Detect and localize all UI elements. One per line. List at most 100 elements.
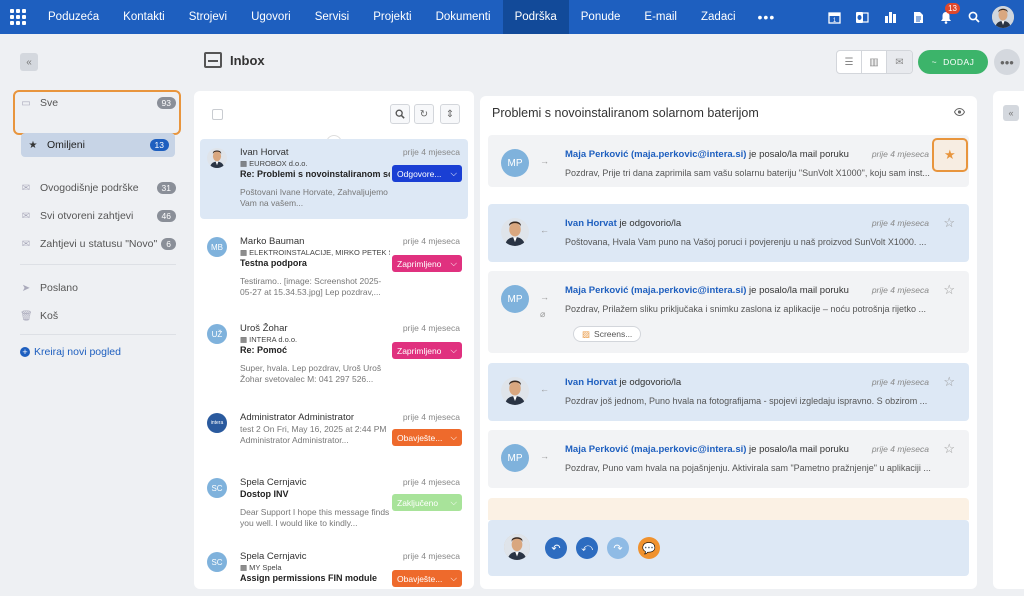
status-tag-dropdown[interactable]: Zaprimljeno ⌵: [392, 255, 462, 272]
refresh-icon[interactable]: ↻: [414, 104, 434, 124]
post-preview-text: Pozdrav, Puno vam hvala na pojašnjenju. …: [565, 463, 931, 473]
inbox-view-icon[interactable]: ✉: [887, 51, 912, 73]
post-author-name[interactable]: Ivan Horvat: [565, 218, 617, 229]
calendar-icon[interactable]: 1: [820, 0, 848, 34]
columns-view-icon[interactable]: ▥: [862, 51, 887, 73]
sidebar-item-sve[interactable]: ▭ Sve 93: [20, 91, 176, 115]
expand-panel-icon[interactable]: «: [1003, 105, 1019, 121]
message-preview: Super, hvala. Lep pozdrav, Uroš Uroš Žoh…: [240, 363, 382, 384]
sender-company: ▦ MY Spela: [240, 563, 390, 573]
status-tag-dropdown[interactable]: Odgovore... ⌵: [392, 165, 462, 182]
nav-item-podrska[interactable]: Podrška: [502, 0, 569, 34]
chevron-down-icon: ⌵: [450, 497, 457, 507]
nav-item-email[interactable]: E-mail: [632, 0, 689, 34]
search-icon[interactable]: [960, 0, 988, 34]
nav-item-projekti[interactable]: Projekti: [361, 0, 423, 34]
message-list-item[interactable]: Ivan Horvat prije 4 mjeseca ▦ EUROBOX d.o.…: [200, 139, 468, 219]
reply-icon[interactable]: ↶: [545, 537, 567, 559]
star-outline-icon[interactable]: ☆: [943, 374, 955, 390]
status-tag-label: Obavješte...: [397, 573, 443, 584]
star-outline-icon[interactable]: ☆: [943, 441, 955, 457]
main-nav: Poduzeća Kontakti Strojevi Ugovori Servi…: [36, 0, 785, 34]
sidebar-item-ovogodisnje[interactable]: ✉ Ovogodišnje podrške 31: [20, 176, 176, 200]
post-action-text: je odgovorio/la: [616, 218, 682, 229]
nav-item-kontakti[interactable]: Kontakti: [111, 0, 177, 34]
forward-icon[interactable]: ↷: [607, 537, 629, 559]
post-preview-text: Pozdrav, Prilažem sliku priključaka i sn…: [565, 304, 926, 314]
conversation-post[interactable]: ← Ivan Horvat je odgovorio/la prije 4 mjes…: [488, 363, 969, 421]
inbox-icon: ▭: [21, 97, 31, 109]
message-list-item[interactable]: UŽ Uroš Žohar prije 4 mjeseca ▦ INTERA d.o.…: [200, 315, 468, 395]
nav-item-dokumenti[interactable]: Dokumenti: [424, 0, 503, 34]
status-tag-label: Zaprimljeno: [397, 258, 442, 269]
sidebar-item-status-novo[interactable]: ✉ Zahtjevi u statusu "Novo" 6: [20, 232, 176, 256]
envelope-icon: ✉: [21, 182, 31, 194]
conversation-post[interactable]: MP → Maja Perković (maja.perkovic@intera.s…: [488, 430, 969, 488]
sender-company: ▦ ELEKTROINSTALACIJE, MIRKO PETEK S...: [240, 248, 390, 258]
status-tag-label: Obavješte...: [397, 432, 443, 443]
comment-icon[interactable]: 💬: [638, 537, 660, 559]
status-tag-dropdown[interactable]: Zaprimljeno ⌵: [392, 342, 462, 359]
nav-item-ponude[interactable]: Ponude: [569, 0, 633, 34]
message-time: prije 4 mjeseca: [402, 147, 460, 157]
attachment-name: Screens...: [594, 329, 633, 339]
outlook-icon[interactable]: [848, 0, 876, 34]
status-tag-dropdown[interactable]: Zaključeno ⌵: [392, 494, 462, 511]
status-tag-label: Zaprimljeno: [397, 345, 442, 356]
create-view-label: Kreiraj novi pogled: [34, 346, 121, 358]
post-author-name[interactable]: Ivan Horvat: [565, 377, 617, 388]
count-badge: 31: [156, 182, 176, 194]
conversation-post[interactable]: MP → Maja Perković (maja.perkovic@intera.s…: [488, 135, 969, 187]
star-outline-icon[interactable]: ☆: [943, 282, 955, 298]
conversation-post[interactable]: MP → ⌀ Maja Perković (maja.perkovic@intera.…: [488, 271, 969, 353]
nav-item-strojevi[interactable]: Strojevi: [177, 0, 239, 34]
apps-grid-icon[interactable]: [0, 0, 36, 34]
nav-item-ugovori[interactable]: Ugovori: [239, 0, 303, 34]
eye-icon[interactable]: [953, 107, 966, 119]
nav-item-poduzeca[interactable]: Poduzeća: [36, 0, 111, 34]
search-icon[interactable]: [390, 104, 410, 124]
sidebar-divider: [20, 334, 176, 335]
reports-chart-icon[interactable]: [876, 0, 904, 34]
sidebar-item-label: Ovogodišnje podrške: [40, 182, 139, 194]
message-list-item[interactable]: SC Spela Cernjavic prije 4 mjeseca ▦ MY Spe…: [200, 543, 468, 596]
message-list-item[interactable]: MB Marko Bauman prije 4 mjeseca ▦ ELEKTROIN…: [200, 228, 468, 308]
sidebar-item-svi-otvoreni[interactable]: ✉ Svi otvoreni zahtjevi 46: [20, 204, 176, 228]
conversation-post[interactable]: ← Ivan Horvat je odgovorio/la prije 4 mjes…: [488, 204, 969, 262]
company-name: INTERA d.o.o.: [249, 335, 298, 344]
notifications-bell-icon[interactable]: 13: [932, 0, 960, 34]
message-list-item[interactable]: SC Spela Cernjavic prije 4 mjeseca Dostop I…: [200, 469, 468, 549]
post-author-name[interactable]: Maja Perković (maja.perkovic@intera.si): [565, 444, 746, 455]
select-all-checkbox[interactable]: [212, 109, 223, 120]
post-author-name[interactable]: Maja Perković (maja.perkovic@intera.si): [565, 149, 746, 160]
post-author-name[interactable]: Maja Perković (maja.perkovic@intera.si): [565, 285, 746, 296]
post-author-avatar: [501, 377, 529, 405]
reply-actions-bar: ↶ ⤺ ↷ 💬: [488, 520, 969, 576]
sidebar-item-omiljeni[interactable]: ★ Omiljeni 13: [21, 133, 175, 157]
attachment-chip[interactable]: ▨ Screens...: [573, 326, 642, 342]
favorite-star-highlight[interactable]: ★: [932, 138, 968, 172]
document-icon[interactable]: [904, 0, 932, 34]
status-tag-dropdown[interactable]: Obavješte... ⌵: [392, 429, 462, 446]
nav-item-zadaci[interactable]: Zadaci: [689, 0, 748, 34]
more-options-icon[interactable]: •••: [994, 49, 1020, 75]
message-time: prije 4 mjeseca: [402, 323, 460, 333]
user-avatar[interactable]: [992, 6, 1014, 28]
star-outline-icon[interactable]: ☆: [943, 215, 955, 231]
sidebar-item-kos[interactable]: 🗑 Koš: [20, 304, 176, 328]
post-author-line: Maja Perković (maja.perkovic@intera.si) …: [565, 285, 849, 296]
company-icon: ▦: [240, 248, 250, 257]
sidebar-item-poslano[interactable]: ➤ Poslano: [20, 276, 176, 300]
status-tag-dropdown[interactable]: Obavješte... ⌵: [392, 570, 462, 587]
create-view-link[interactable]: + Kreiraj novi pogled: [20, 346, 121, 358]
reply-all-icon[interactable]: ⤺: [576, 537, 598, 559]
sort-icon[interactable]: ⇕: [440, 104, 460, 124]
next-post-preview: [488, 498, 969, 520]
nav-item-servisi[interactable]: Servisi: [303, 0, 362, 34]
conversation-title: Problemi s novoinstaliranom solarnom bat…: [492, 106, 759, 120]
collapse-sidebar-icon[interactable]: «: [20, 53, 38, 71]
list-view-icon[interactable]: ☰: [837, 51, 862, 73]
post-author-line: Ivan Horvat je odgovorio/la: [565, 218, 681, 229]
add-button[interactable]: ~ DODAJ: [918, 50, 988, 74]
nav-more-icon[interactable]: •••: [748, 0, 786, 34]
